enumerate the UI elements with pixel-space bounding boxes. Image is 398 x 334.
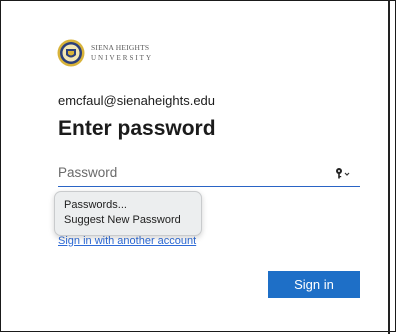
sign-in-another-account-label: Sign in with another account	[58, 235, 197, 247]
password-input[interactable]	[58, 160, 318, 184]
page-title: Enter password	[58, 117, 216, 140]
university-logo: SIENA HEIGHTS UNIVERSITY	[57, 39, 153, 67]
menu-item-suggest-password[interactable]: Suggest New Password	[55, 213, 201, 228]
logo-line-2: UNIVERSITY	[91, 54, 153, 62]
sign-in-button[interactable]: Sign in	[268, 271, 360, 298]
password-autofill-menu: Passwords... Suggest New Password	[54, 191, 202, 236]
menu-item-passwords[interactable]: Passwords...	[55, 198, 201, 213]
login-card: SIENA HEIGHTS UNIVERSITY emcfaul@sienahe…	[0, 0, 388, 334]
sign-in-another-account-link[interactable]: Sign in with another account	[58, 235, 196, 247]
logo-wordmark: SIENA HEIGHTS UNIVERSITY	[91, 43, 153, 63]
password-field	[58, 160, 360, 187]
key-icon	[336, 168, 350, 179]
account-email: emcfaul@sienaheights.edu	[58, 93, 216, 108]
password-autofill-button[interactable]	[335, 165, 355, 181]
logo-line-1: SIENA HEIGHTS	[91, 43, 150, 52]
university-seal-icon	[57, 39, 85, 67]
window-edge	[388, 0, 390, 334]
